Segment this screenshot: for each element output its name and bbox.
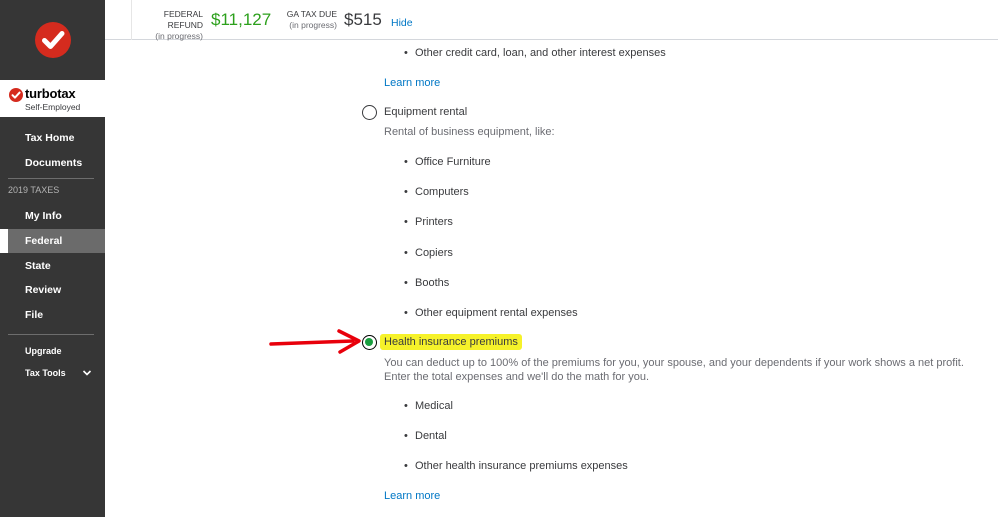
nav-state[interactable]: State	[0, 254, 105, 278]
main-content: Other credit card, loan, and other inter…	[105, 41, 998, 517]
refund-header: FEDERAL REFUND (in progress) $11,127 GA …	[105, 0, 998, 42]
federal-refund-title: FEDERAL REFUND	[163, 9, 203, 30]
learn-more-link[interactable]: Learn more	[384, 77, 440, 89]
equipment-rental-desc: Rental of business equipment, like:	[384, 126, 555, 138]
nav-tax-home[interactable]: Tax Home	[0, 126, 105, 150]
brand-name: turbotax	[25, 86, 76, 101]
nav-federal[interactable]: Federal	[0, 229, 105, 253]
state-tax-amount: $515	[344, 10, 382, 29]
nav-documents[interactable]: Documents	[0, 151, 105, 175]
equipment-rental-title[interactable]: Equipment rental	[384, 106, 467, 118]
hide-link[interactable]: Hide	[391, 17, 413, 29]
nav-tax-tools[interactable]: Tax Tools	[0, 361, 105, 385]
state-tax-label: GA TAX DUE (in progress)	[285, 9, 337, 31]
section-label-2019-taxes: 2019 TAXES	[8, 185, 60, 195]
list-item: Office Furniture	[404, 156, 491, 168]
brand-box: turbotax Self-Employed	[0, 80, 105, 117]
sidebar-divider	[8, 334, 94, 335]
federal-refund-label: FEDERAL REFUND (in progress)	[131, 9, 203, 42]
nav-upgrade[interactable]: Upgrade	[0, 339, 105, 363]
list-item: Copiers	[404, 247, 453, 259]
nav-my-info[interactable]: My Info	[0, 204, 105, 228]
nav-file[interactable]: File	[0, 303, 105, 327]
list-item: Other credit card, loan, and other inter…	[404, 47, 666, 59]
health-insurance-title-label: Health insurance premiums	[380, 334, 522, 350]
nav-review[interactable]: Review	[0, 278, 105, 302]
sidebar: turbotax Self-Employed Tax Home Document…	[0, 0, 105, 517]
red-arrow-annotation	[269, 329, 361, 354]
list-item: Medical	[404, 400, 453, 412]
state-tax-status: (in progress)	[289, 20, 337, 30]
list-item: Printers	[404, 216, 453, 228]
health-insurance-title[interactable]: Health insurance premiums	[380, 334, 522, 350]
turbotax-checkmark-logo	[34, 22, 71, 58]
logo-area	[0, 0, 105, 80]
learn-more-link[interactable]: Learn more	[384, 490, 440, 502]
list-item: Other equipment rental expenses	[404, 307, 578, 319]
list-item: Dental	[404, 430, 447, 442]
sidebar-divider	[8, 178, 94, 179]
list-item: Other health insurance premiums expenses	[404, 460, 628, 472]
health-insurance-desc-2: Enter the total expenses and we'll do th…	[384, 371, 650, 383]
nav-tax-tools-label: Tax Tools	[25, 368, 66, 378]
list-item: Computers	[404, 186, 469, 198]
turbotax-brand-check	[9, 88, 23, 102]
brand-subtitle: Self-Employed	[25, 102, 81, 112]
chevron-down-icon	[82, 370, 92, 376]
federal-refund-amount: $11,127	[211, 10, 272, 29]
health-insurance-desc-1: You can deduct up to 100% of the premium…	[384, 357, 964, 369]
list-item: Booths	[404, 277, 449, 289]
equipment-rental-radio[interactable]	[362, 105, 377, 120]
health-insurance-radio[interactable]	[362, 335, 377, 350]
state-tax-title: GA TAX DUE	[286, 9, 337, 19]
